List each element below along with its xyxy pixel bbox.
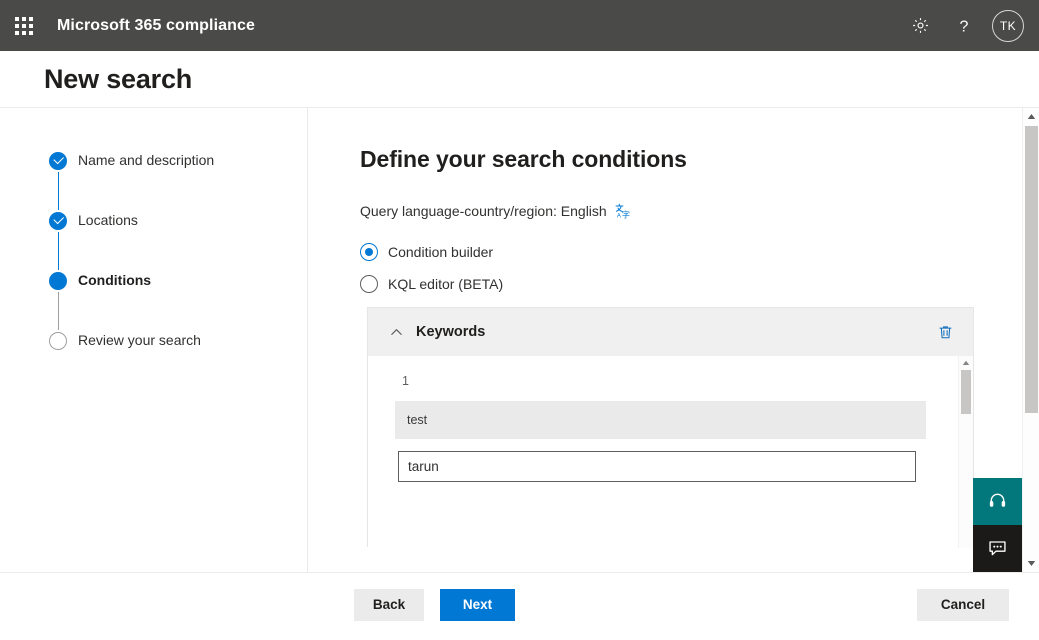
keyword-input-wrap bbox=[398, 451, 973, 482]
next-button[interactable]: Next bbox=[440, 588, 515, 621]
step-connector bbox=[57, 292, 59, 330]
wizard-footer: Back Next Cancel bbox=[0, 572, 1039, 636]
app-launcher-waffle-icon[interactable] bbox=[0, 0, 48, 51]
keywords-card-header: Keywords bbox=[368, 308, 973, 356]
feedback-chat-widget[interactable] bbox=[973, 525, 1022, 572]
page-scrollbar-thumb[interactable] bbox=[1025, 126, 1038, 413]
trash-icon[interactable] bbox=[933, 320, 957, 344]
keywords-scrollbar[interactable] bbox=[958, 356, 973, 548]
query-language-label: Query language-country/region: English bbox=[360, 202, 607, 219]
step-label: Review your search bbox=[78, 332, 201, 348]
suite-header: Microsoft 365 compliance ? TK bbox=[0, 0, 1039, 51]
gear-icon[interactable] bbox=[898, 0, 942, 51]
step-pending-circle-icon bbox=[49, 332, 67, 350]
scroll-up-arrow-icon[interactable] bbox=[1023, 108, 1039, 125]
question-mark-icon[interactable]: ? bbox=[942, 0, 986, 51]
step-complete-check-icon bbox=[49, 212, 67, 230]
waffle-grid bbox=[15, 16, 33, 35]
step-connector bbox=[57, 232, 59, 270]
query-language-row: Query language-country/region: English A… bbox=[360, 202, 1039, 220]
step-label: Locations bbox=[78, 212, 138, 228]
scroll-down-arrow-icon[interactable] bbox=[1023, 555, 1039, 572]
page-header: New search bbox=[0, 51, 1039, 108]
body-region: Name and description Locations Condition… bbox=[0, 108, 1039, 572]
footer-right-actions: Cancel bbox=[917, 588, 1009, 621]
keyword-row-number: 1 bbox=[402, 374, 409, 388]
avatar[interactable]: TK bbox=[992, 9, 1024, 42]
suite-header-actions: ? TK bbox=[898, 0, 1039, 51]
keywords-card: Keywords 1 test bbox=[367, 307, 974, 548]
step-current-dot-icon bbox=[49, 272, 67, 290]
translate-language-icon[interactable]: A 字 bbox=[614, 202, 631, 219]
step-complete-check-icon bbox=[49, 152, 67, 170]
scroll-up-arrow-icon[interactable] bbox=[959, 356, 973, 369]
keywords-card-body: 1 test bbox=[368, 356, 973, 548]
keywords-card-title: Keywords bbox=[416, 324, 486, 340]
sidebar-item-name-and-description[interactable]: Name and description bbox=[0, 151, 307, 211]
radio-button-unselected-icon bbox=[360, 275, 378, 293]
svg-text:?: ? bbox=[960, 18, 969, 35]
support-headset-widget[interactable] bbox=[973, 478, 1022, 525]
radio-kql-editor[interactable]: KQL editor (BETA) bbox=[360, 275, 1039, 293]
keywords-scrollbar-thumb[interactable] bbox=[961, 370, 971, 414]
footer-left-actions: Back Next bbox=[354, 588, 515, 621]
side-widgets bbox=[973, 478, 1022, 572]
radio-button-selected-icon bbox=[360, 243, 378, 261]
step-connector bbox=[57, 172, 59, 210]
step-label: Conditions bbox=[78, 272, 152, 288]
radio-label: Condition builder bbox=[388, 244, 494, 260]
suite-title: Microsoft 365 compliance bbox=[57, 16, 256, 34]
chevron-up-icon[interactable] bbox=[385, 321, 407, 343]
back-button[interactable]: Back bbox=[354, 588, 424, 621]
content-heading: Define your search conditions bbox=[360, 146, 687, 172]
step-label: Name and description bbox=[78, 152, 215, 168]
wizard-steps: Name and description Locations Condition… bbox=[0, 108, 308, 572]
page-title: New search bbox=[44, 63, 193, 94]
page-scrollbar[interactable] bbox=[1022, 108, 1039, 572]
cancel-button[interactable]: Cancel bbox=[917, 588, 1009, 621]
radio-label: KQL editor (BETA) bbox=[388, 276, 504, 292]
radio-condition-builder[interactable]: Condition builder bbox=[360, 243, 1039, 261]
sidebar-item-conditions[interactable]: Conditions bbox=[0, 271, 307, 331]
sidebar-item-locations[interactable]: Locations bbox=[0, 211, 307, 271]
keyword-existing-value[interactable]: test bbox=[395, 401, 926, 439]
svg-text:字: 字 bbox=[622, 209, 630, 219]
main-content: Define your search conditions Query lang… bbox=[308, 108, 1039, 572]
keyword-input[interactable] bbox=[398, 451, 916, 482]
